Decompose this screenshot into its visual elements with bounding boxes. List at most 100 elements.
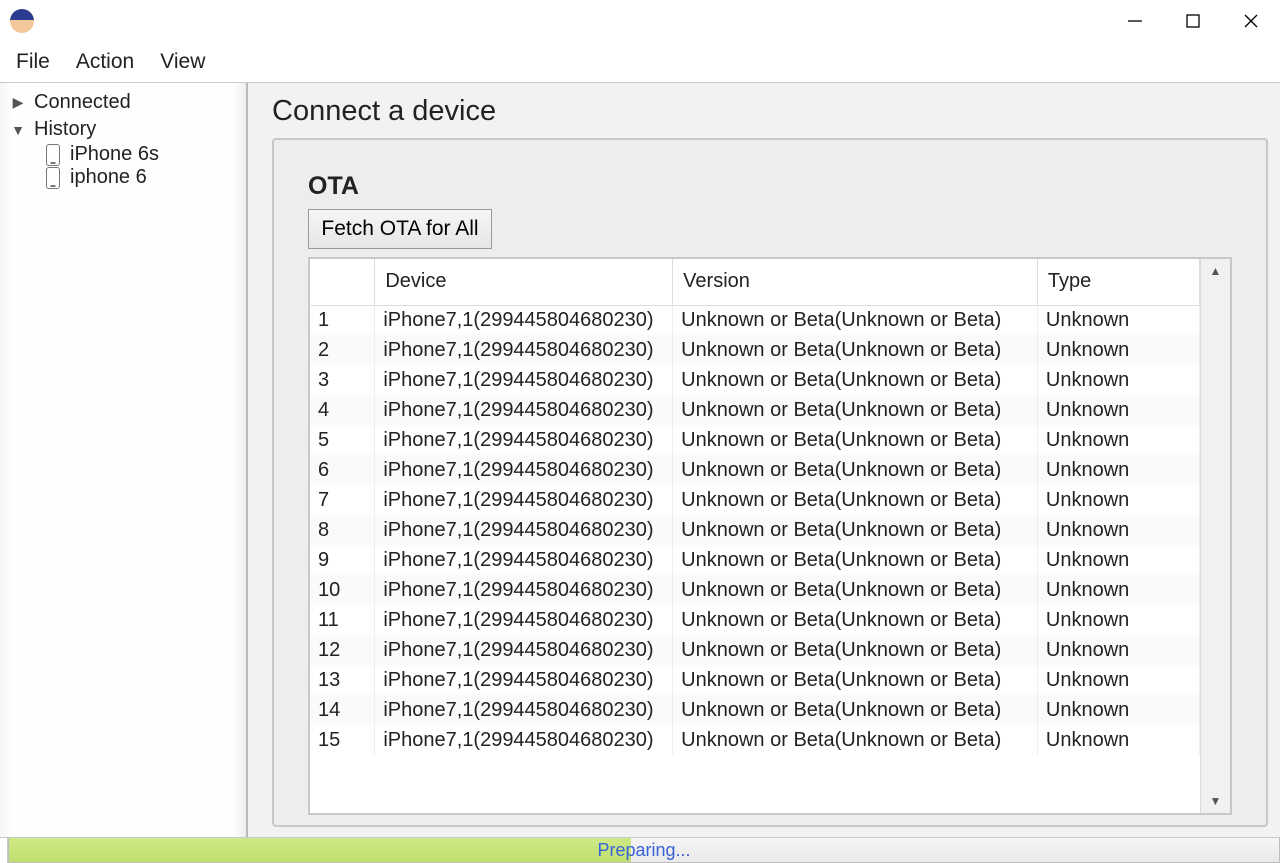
col-device[interactable]: Device [375,259,673,305]
menubar: File Action View [0,42,1280,82]
table-row[interactable]: 14iPhone7,1(299445804680230)Unknown or B… [310,695,1200,725]
table-row[interactable]: 8iPhone7,1(299445804680230)Unknown or Be… [310,515,1200,545]
cell-version: Unknown or Beta(Unknown or Beta) [673,335,1038,365]
maximize-icon [1185,13,1201,29]
cell-type: Unknown [1037,425,1199,455]
cell-type: Unknown [1037,575,1199,605]
cell-device: iPhone7,1(299445804680230) [375,485,673,515]
titlebar [0,0,1280,42]
cell-version: Unknown or Beta(Unknown or Beta) [673,425,1038,455]
cell-type: Unknown [1037,395,1199,425]
cell-n: 4 [310,395,375,425]
table-row[interactable]: 12iPhone7,1(299445804680230)Unknown or B… [310,635,1200,665]
table-header-row: Device Version Type [310,259,1200,305]
cell-n: 10 [310,575,375,605]
close-button[interactable] [1222,0,1280,42]
cell-version: Unknown or Beta(Unknown or Beta) [673,515,1038,545]
col-index[interactable] [310,259,375,305]
tree-label-connected: Connected [34,91,131,114]
cell-version: Unknown or Beta(Unknown or Beta) [673,635,1038,665]
col-type[interactable]: Type [1037,259,1199,305]
sidebar: ▶ Connected ▼ History iPhone 6s iphone 6 [0,83,248,837]
cell-device: iPhone7,1(299445804680230) [375,305,673,335]
chevron-right-icon: ▶ [10,94,26,111]
app-icon [10,9,34,33]
table-row[interactable]: 3iPhone7,1(299445804680230)Unknown or Be… [310,365,1200,395]
device-tree: ▶ Connected ▼ History iPhone 6s iphone 6 [0,83,246,195]
phone-icon [46,167,60,189]
cell-version: Unknown or Beta(Unknown or Beta) [673,695,1038,725]
cell-version: Unknown or Beta(Unknown or Beta) [673,545,1038,575]
cell-n: 14 [310,695,375,725]
cell-device: iPhone7,1(299445804680230) [375,365,673,395]
cell-version: Unknown or Beta(Unknown or Beta) [673,575,1038,605]
phone-icon [46,144,60,166]
cell-device: iPhone7,1(299445804680230) [375,545,673,575]
tree-item-iphone6[interactable]: iphone 6 [4,166,242,189]
minimize-button[interactable] [1106,0,1164,42]
tree-node-history[interactable]: ▼ History [4,116,242,143]
cell-device: iPhone7,1(299445804680230) [375,575,673,605]
table-row[interactable]: 15iPhone7,1(299445804680230)Unknown or B… [310,725,1200,755]
close-icon [1243,13,1259,29]
cell-version: Unknown or Beta(Unknown or Beta) [673,305,1038,335]
ota-panel: OTA Fetch OTA for All Device Version Typ… [272,138,1268,827]
fetch-ota-button[interactable]: Fetch OTA for All [308,209,492,249]
table-row[interactable]: 13iPhone7,1(299445804680230)Unknown or B… [310,665,1200,695]
cell-type: Unknown [1037,335,1199,365]
table-row[interactable]: 2iPhone7,1(299445804680230)Unknown or Be… [310,335,1200,365]
cell-version: Unknown or Beta(Unknown or Beta) [673,455,1038,485]
table-row[interactable]: 7iPhone7,1(299445804680230)Unknown or Be… [310,485,1200,515]
cell-version: Unknown or Beta(Unknown or Beta) [673,665,1038,695]
cell-n: 2 [310,335,375,365]
cell-n: 8 [310,515,375,545]
cell-type: Unknown [1037,695,1199,725]
tree-node-connected[interactable]: ▶ Connected [4,89,242,116]
cell-n: 6 [310,455,375,485]
cell-version: Unknown or Beta(Unknown or Beta) [673,365,1038,395]
cell-type: Unknown [1037,545,1199,575]
table-row[interactable]: 5iPhone7,1(299445804680230)Unknown or Be… [310,425,1200,455]
table-row[interactable]: 1iPhone7,1(299445804680230)Unknown or Be… [310,305,1200,335]
cell-type: Unknown [1037,485,1199,515]
tree-item-iphone6s[interactable]: iPhone 6s [4,143,242,166]
menu-view[interactable]: View [158,46,207,78]
table-row[interactable]: 4iPhone7,1(299445804680230)Unknown or Be… [310,395,1200,425]
ota-table-scroll[interactable]: Device Version Type 1iPhone7,1(299445804… [310,259,1200,813]
menu-action[interactable]: Action [74,46,136,78]
cell-n: 12 [310,635,375,665]
cell-type: Unknown [1037,455,1199,485]
maximize-button[interactable] [1164,0,1222,42]
scroll-up-icon[interactable]: ▲ [1201,259,1230,283]
cell-type: Unknown [1037,305,1199,335]
chevron-down-icon: ▼ [10,122,26,138]
cell-type: Unknown [1037,635,1199,665]
cell-device: iPhone7,1(299445804680230) [375,635,673,665]
cell-type: Unknown [1037,605,1199,635]
cell-device: iPhone7,1(299445804680230) [375,425,673,455]
cell-n: 11 [310,605,375,635]
col-version[interactable]: Version [673,259,1038,305]
page-title: Connect a device [272,89,1268,138]
window-controls [1106,0,1280,42]
tree-item-label: iPhone 6s [70,143,159,166]
ota-table-container: Device Version Type 1iPhone7,1(299445804… [308,257,1232,815]
cell-version: Unknown or Beta(Unknown or Beta) [673,485,1038,515]
cell-n: 7 [310,485,375,515]
progress-fill [9,838,631,862]
cell-device: iPhone7,1(299445804680230) [375,695,673,725]
table-row[interactable]: 11iPhone7,1(299445804680230)Unknown or B… [310,605,1200,635]
table-row[interactable]: 6iPhone7,1(299445804680230)Unknown or Be… [310,455,1200,485]
cell-version: Unknown or Beta(Unknown or Beta) [673,725,1038,755]
table-scrollbar[interactable]: ▲ ▼ [1200,259,1230,813]
cell-version: Unknown or Beta(Unknown or Beta) [673,395,1038,425]
menu-file[interactable]: File [14,46,52,78]
table-row[interactable]: 9iPhone7,1(299445804680230)Unknown or Be… [310,545,1200,575]
ota-section-label: OTA [308,172,1232,201]
statusbar-pane [0,838,8,863]
minimize-icon [1126,12,1144,30]
table-row[interactable]: 10iPhone7,1(299445804680230)Unknown or B… [310,575,1200,605]
status-progress-bar: Preparing... [8,838,1280,863]
tree-label-history: History [34,118,96,141]
scroll-down-icon[interactable]: ▼ [1201,789,1230,813]
